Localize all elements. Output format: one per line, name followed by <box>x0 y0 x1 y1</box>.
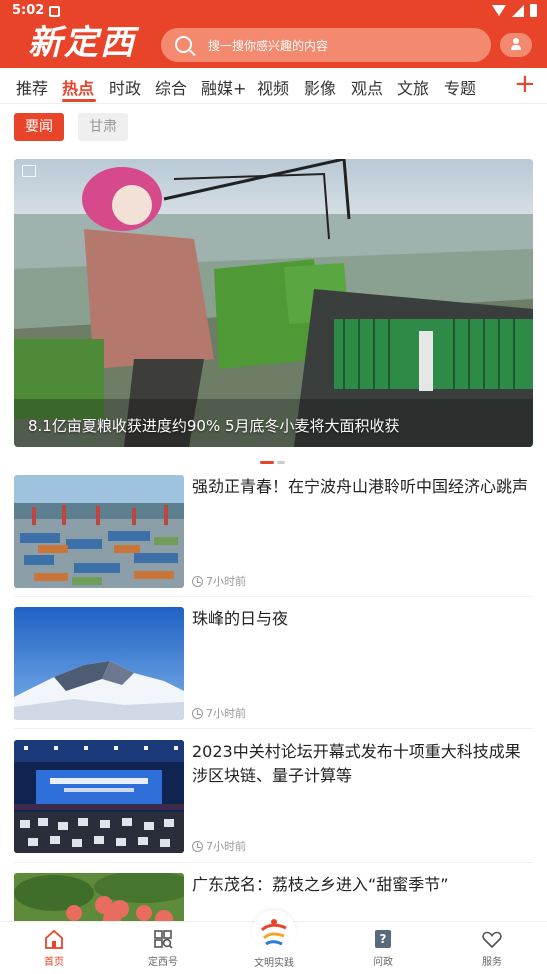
carousel-dot <box>277 461 285 464</box>
nav-home-label: 首页 <box>44 957 64 968</box>
wifi-icon <box>492 5 506 16</box>
subtab-headlines[interactable]: 要闻 <box>14 113 64 141</box>
add-channel-icon[interactable]: + <box>514 70 536 98</box>
heart-icon <box>482 931 502 949</box>
news-title: 珠峰的日与夜 <box>192 609 289 628</box>
bottom-nav: 首页 定西号 文明实践 ? 问政 服务 <box>0 910 547 974</box>
news-title: 强劲正青春！在宁波舟山港聆听中国经济心跳声 <box>192 477 529 496</box>
svg-text:?: ? <box>380 932 387 946</box>
tab-video[interactable]: 视频 <box>257 75 289 99</box>
civilization-logo-icon <box>252 910 296 954</box>
news-time: 7小时前 <box>192 838 246 854</box>
tab-hot[interactable]: 热点 <box>62 75 94 99</box>
tab-general[interactable]: 综合 <box>155 75 187 99</box>
news-item[interactable]: 2023中关村论坛开幕式发布十项重大科技成果 涉区块链、量子计算等 7小时前 <box>14 740 533 856</box>
carousel-indicator <box>260 461 290 465</box>
image-badge-icon <box>22 165 36 177</box>
nav-dingxi-label: 定西号 <box>148 957 178 968</box>
news-thumbnail <box>14 475 184 588</box>
nav-inquiry-label: 问政 <box>373 957 393 968</box>
news-item[interactable]: 强劲正青春！在宁波舟山港聆听中国经济心跳声 7小时前 <box>14 475 533 591</box>
nav-dingxi-account[interactable]: 定西号 <box>128 928 198 968</box>
search-icon <box>175 36 192 53</box>
nav-civilization-label: 文明实践 <box>254 958 294 969</box>
home-icon <box>45 929 63 949</box>
news-thumbnail <box>14 873 184 921</box>
news-time-text: 7小时前 <box>206 840 246 853</box>
tab-recommend[interactable]: 推荐 <box>16 75 48 99</box>
divider <box>14 596 533 597</box>
banner-caption: 8.1亿亩夏粮收获进度约90% 5月底冬小麦将大面积收获 <box>28 417 400 435</box>
divider <box>14 728 533 729</box>
tab-opinion[interactable]: 观点 <box>351 75 383 99</box>
active-tab-indicator <box>62 99 96 102</box>
clock-icon <box>192 840 203 852</box>
tab-special[interactable]: 专题 <box>444 75 476 99</box>
search-placeholder: 搜一搜你感兴趣的内容 <box>208 39 329 53</box>
battery-icon <box>530 4 537 17</box>
nav-inquiry[interactable]: ? 问政 <box>348 928 418 968</box>
subtab-gansu[interactable]: 甘肃 <box>78 113 128 141</box>
question-icon: ? <box>375 930 391 948</box>
user-button[interactable] <box>500 33 532 57</box>
app-header: 5:02 新定西 搜一搜你感兴趣的内容 <box>0 0 547 68</box>
carousel-dot-active <box>260 461 274 464</box>
divider <box>14 862 533 863</box>
notification-icon <box>49 6 60 17</box>
user-icon <box>511 38 521 51</box>
nav-service-label: 服务 <box>482 957 502 968</box>
tab-media[interactable]: 融媒+ <box>201 75 246 99</box>
news-time: 7小时前 <box>192 705 246 721</box>
status-bar: 5:02 <box>0 0 547 22</box>
status-time: 5:02 <box>12 3 45 18</box>
nav-civilization[interactable]: 文明实践 <box>246 910 302 969</box>
news-thumbnail <box>14 740 184 853</box>
signal-icon <box>512 4 524 17</box>
news-title: 广东茂名：荔枝之乡进入“甜蜜季节” <box>192 875 449 894</box>
banner-image <box>14 159 533 447</box>
nav-service[interactable]: 服务 <box>457 928 527 968</box>
news-thumbnail <box>14 607 184 720</box>
clock-icon <box>192 575 203 587</box>
news-item[interactable]: 珠峰的日与夜 7小时前 <box>14 607 533 723</box>
status-icons <box>492 4 537 17</box>
nav-home[interactable]: 首页 <box>19 928 89 968</box>
headline-banner[interactable]: 8.1亿亩夏粮收获进度约90% 5月底冬小麦将大面积收获 <box>14 159 533 447</box>
tab-politics[interactable]: 时政 <box>109 75 141 99</box>
news-time-text: 7小时前 <box>206 575 246 588</box>
app-logo[interactable]: 新定西 <box>28 20 148 66</box>
tab-images[interactable]: 影像 <box>304 75 336 99</box>
news-title: 2023中关村论坛开幕式发布十项重大科技成果 涉区块链、量子计算等 <box>192 742 521 785</box>
grid-search-icon <box>154 930 173 949</box>
news-time: 7小时前 <box>192 573 246 589</box>
clock-icon <box>192 707 203 719</box>
news-time-text: 7小时前 <box>206 707 246 720</box>
tab-culture-tourism[interactable]: 文旅 <box>397 75 429 99</box>
search-bar[interactable]: 搜一搜你感兴趣的内容 <box>161 28 491 62</box>
